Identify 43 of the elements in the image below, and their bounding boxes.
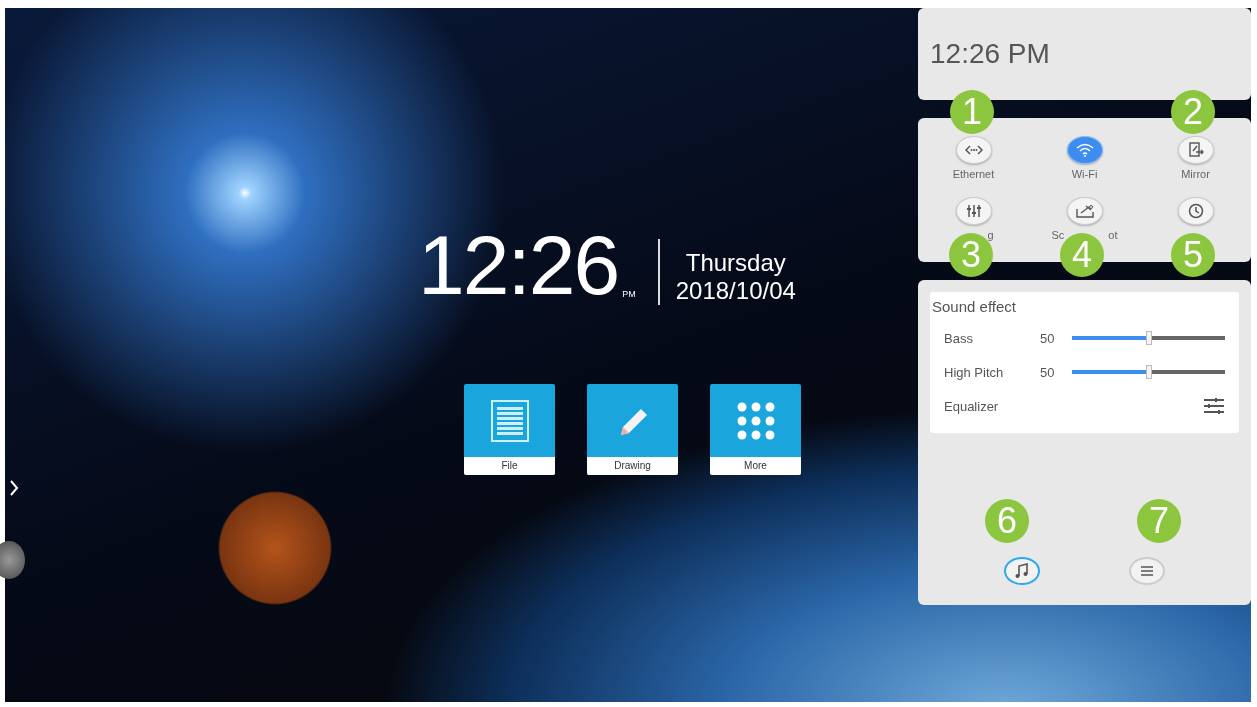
toggle-button[interactable] [1066, 136, 1103, 164]
clock-icon [1187, 203, 1204, 219]
clock-time: 12:26 [418, 223, 619, 307]
equalizer-label: Equalizer [944, 398, 999, 414]
ethernet-icon [964, 145, 983, 155]
toggle-label: Wi-Fi [1071, 168, 1098, 180]
slider-thumb[interactable] [1145, 331, 1152, 345]
toggle-label: ot [1108, 229, 1118, 241]
slider-track[interactable] [1072, 331, 1225, 345]
toggle-button[interactable] [955, 136, 992, 164]
slider-value: 50 [1040, 330, 1056, 346]
document-icon [489, 398, 530, 443]
sound-title: Sound effect [932, 298, 1017, 315]
floating-button[interactable] [0, 541, 25, 579]
slider-value: 50 [1040, 364, 1056, 380]
panel-time: 12:26 PM [930, 38, 1050, 70]
grid-icon [735, 400, 776, 441]
screenshot-icon [1075, 204, 1094, 218]
slider-thumb[interactable] [1145, 365, 1152, 379]
slider-track[interactable] [1072, 365, 1225, 379]
slider-label: High Pitch [944, 364, 1005, 380]
chevron-right-icon[interactable] [9, 479, 19, 497]
app-tile[interactable]: Drawing [587, 384, 678, 475]
screen-share-icon [1187, 142, 1204, 158]
clock-meridiem: PM [622, 289, 636, 299]
app-tile[interactable]: File [464, 384, 555, 475]
clock-weekday: Thursday [685, 249, 786, 277]
toggle-button[interactable] [1177, 197, 1214, 225]
app-tile[interactable]: More [710, 384, 801, 475]
slider-label: Bass [944, 330, 974, 346]
toggle-button[interactable] [955, 197, 992, 225]
toggle-button[interactable] [1066, 197, 1103, 225]
music-note-icon [1014, 563, 1031, 579]
panel-tab[interactable] [1128, 557, 1165, 585]
clock-date: 2018/10/04 [675, 277, 796, 305]
equalizer-icon[interactable] [1203, 397, 1225, 415]
toggle-button[interactable] [1177, 136, 1214, 164]
sliders-icon [965, 204, 982, 218]
toggle-label: Ethernet [952, 168, 995, 180]
panel-tab[interactable] [1004, 557, 1041, 585]
menu-icon [1139, 566, 1154, 576]
toggle-label: Mirror [1181, 168, 1210, 180]
wifi-icon [1075, 143, 1094, 157]
